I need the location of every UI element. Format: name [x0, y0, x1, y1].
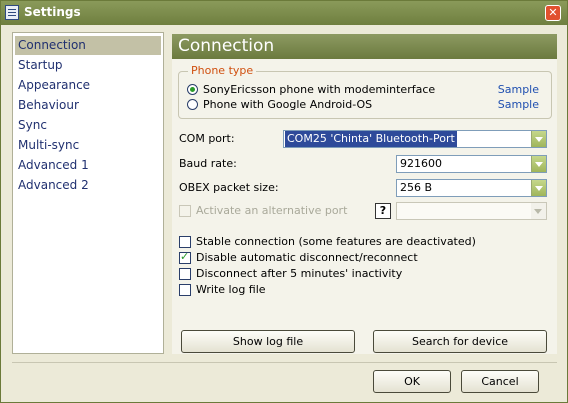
phone-type-group: Phone type SonyEricsson phone with modem… [178, 64, 552, 119]
chevron-down-icon[interactable] [531, 156, 546, 172]
phone-type-legend: Phone type [188, 64, 257, 77]
settings-category-list: Connection Startup Appearance Behaviour … [12, 32, 164, 354]
window-title: Settings [24, 5, 81, 19]
radio-button[interactable] [187, 99, 198, 110]
sidebar-item-multi-sync[interactable]: Multi-sync [15, 136, 161, 155]
settings-list-icon [5, 5, 19, 20]
sample-link-android[interactable]: Sample [498, 98, 539, 112]
stable-connection-checkbox[interactable] [179, 236, 191, 248]
connection-panel: Phone type SonyEricsson phone with modem… [172, 59, 557, 354]
baud-rate-value: 921600 [400, 157, 442, 170]
write-log-label: Write log file [196, 283, 266, 296]
baud-rate-select[interactable]: 921600 [396, 155, 547, 173]
com-port-select[interactable]: COM25 'Chinta' Bluetooth-Port [283, 130, 547, 148]
sidebar-item-connection[interactable]: Connection [15, 36, 161, 55]
search-for-device-button[interactable]: Search for device [373, 330, 547, 353]
help-icon[interactable]: ? [375, 203, 391, 219]
baud-rate-label: Baud rate: [179, 157, 237, 170]
sidebar-item-advanced-2[interactable]: Advanced 2 [15, 176, 161, 195]
cancel-button[interactable]: Cancel [461, 370, 539, 393]
footer-divider [12, 362, 557, 363]
obex-packet-size-value: 256 B [400, 181, 433, 194]
title-bar[interactable]: Settings ✕ [1, 1, 567, 25]
ok-button[interactable]: OK [373, 370, 451, 393]
disable-reconnect-label: Disable automatic disconnect/reconnect [196, 251, 418, 264]
show-log-file-button[interactable]: Show log file [181, 330, 355, 353]
alt-port-select [396, 202, 547, 220]
chevron-down-icon[interactable] [531, 131, 546, 147]
chevron-down-icon[interactable] [531, 180, 546, 196]
com-port-label: COM port: [179, 132, 235, 145]
write-log-checkbox[interactable] [179, 284, 191, 296]
obex-packet-size-select[interactable]: 256 B [396, 179, 547, 197]
chevron-down-icon [531, 203, 546, 219]
alt-port-checkbox [179, 205, 191, 217]
disconnect-inactivity-label: Disconnect after 5 minutes' inactivity [196, 267, 403, 280]
alt-port-label: Activate an alternative port [196, 204, 348, 217]
sidebar-item-sync[interactable]: Sync [15, 116, 161, 135]
page-title: Connection [172, 34, 557, 59]
sample-link-sonyericsson[interactable]: Sample [498, 83, 539, 97]
obex-packet-size-label: OBEX packet size: [179, 181, 279, 194]
sidebar-item-startup[interactable]: Startup [15, 56, 161, 75]
close-icon[interactable]: ✕ [545, 5, 561, 21]
sidebar-item-behaviour[interactable]: Behaviour [15, 96, 161, 115]
radio-button-selected[interactable] [187, 84, 198, 95]
disable-reconnect-checkbox[interactable] [179, 250, 191, 264]
com-port-value: COM25 'Chinta' Bluetooth-Port [285, 131, 457, 147]
settings-window: Settings ✕ Connection Startup Appearance… [0, 0, 568, 403]
sidebar-item-advanced-1[interactable]: Advanced 1 [15, 156, 161, 175]
radio-label: Phone with Google Android-OS [203, 98, 373, 111]
stable-connection-label: Stable connection (some features are dea… [196, 235, 476, 248]
radio-label: SonyEricsson phone with modeminterface [203, 83, 436, 96]
disconnect-inactivity-checkbox[interactable] [179, 268, 191, 280]
sidebar-item-appearance[interactable]: Appearance [15, 76, 161, 95]
